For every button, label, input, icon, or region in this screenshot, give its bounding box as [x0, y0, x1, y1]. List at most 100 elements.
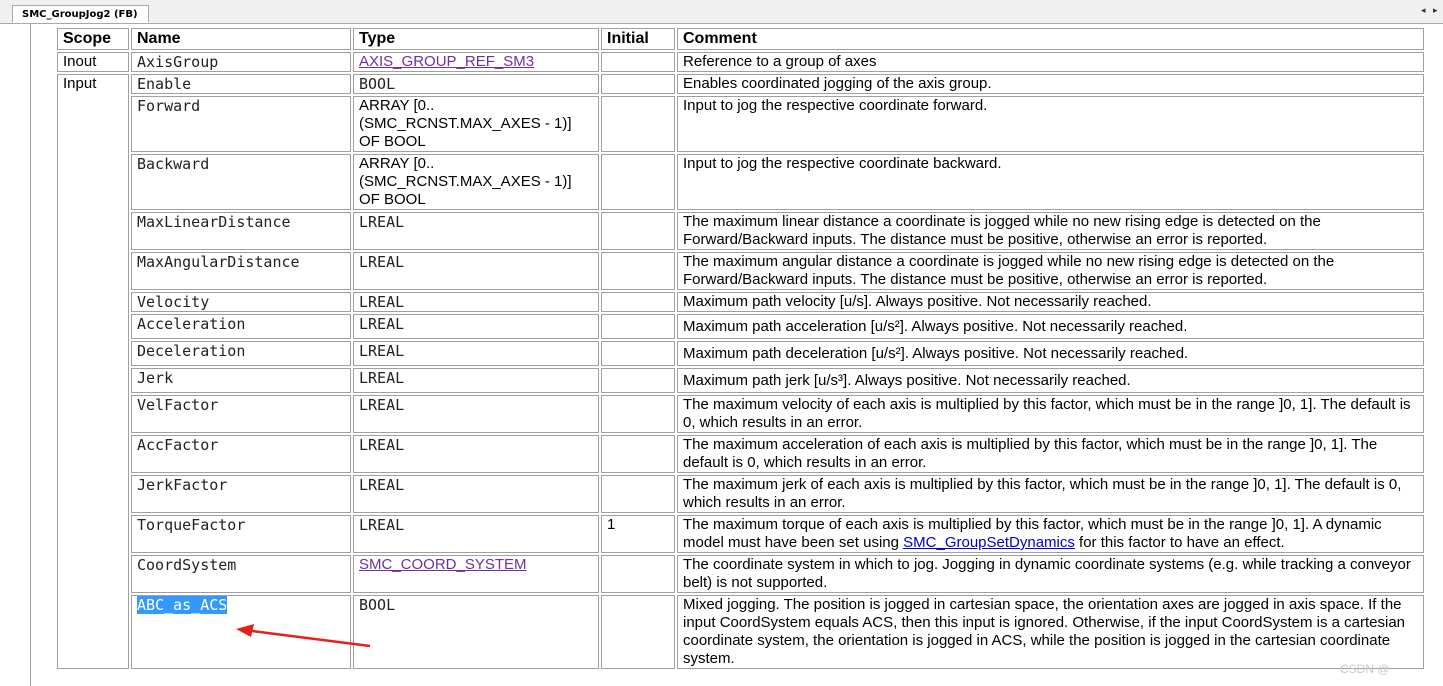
initial-cell[interactable]	[601, 252, 675, 290]
table-row: Backward ARRAY [0.. (SMC_RCNST.MAX_AXES …	[57, 154, 1424, 210]
selected-name-text[interactable]: ABC_as_ACS	[137, 596, 228, 614]
tab-scroll-left-icon[interactable]: ◂	[1421, 6, 1426, 16]
type-cell[interactable]: BOOL	[353, 74, 599, 94]
comment-cell[interactable]: Enables coordinated jogging of the axis …	[677, 74, 1424, 94]
type-cell[interactable]: LREAL	[353, 212, 599, 250]
table-row: Deceleration LREAL Maximum path decelera…	[57, 341, 1424, 366]
initial-cell[interactable]	[601, 368, 675, 393]
table-row: JerkFactor LREAL The maximum jerk of eac…	[57, 475, 1424, 513]
name-cell[interactable]: Enable	[131, 74, 351, 94]
table-row: Inout AxisGroup AXIS_GROUP_REF_SM3 Refer…	[57, 52, 1424, 72]
comment-cell[interactable]: The maximum torque of each axis is multi…	[677, 515, 1424, 553]
type-cell[interactable]: LREAL	[353, 395, 599, 433]
type-cell[interactable]: SMC_COORD_SYSTEM	[353, 555, 599, 593]
comment-cell[interactable]: The maximum linear distance a coordinate…	[677, 212, 1424, 250]
watermark-text: CSDN @	[1340, 662, 1390, 676]
name-cell[interactable]: Acceleration	[131, 314, 351, 339]
editor-tab-bar: SMC_GroupJog2 (FB) ◂ ▸	[0, 0, 1443, 24]
comment-cell[interactable]: Mixed jogging. The position is jogged in…	[677, 595, 1424, 669]
declaration-table: Scope Name Type Initial Comment Inout Ax…	[55, 26, 1426, 671]
arrow-shaft	[243, 628, 371, 648]
type-cell[interactable]: LREAL	[353, 292, 599, 312]
name-cell[interactable]: Deceleration	[131, 341, 351, 366]
table-row: Velocity LREAL Maximum path velocity [u/…	[57, 292, 1424, 312]
comment-cell[interactable]: Maximum path acceleration [u/s²]. Always…	[677, 314, 1424, 339]
comment-cell[interactable]: The maximum jerk of each axis is multipl…	[677, 475, 1424, 513]
initial-cell[interactable]	[601, 292, 675, 312]
initial-cell[interactable]	[601, 435, 675, 473]
initial-cell[interactable]	[601, 555, 675, 593]
tab-scroll-right-icon[interactable]: ▸	[1433, 6, 1438, 16]
type-cell[interactable]: BOOL	[353, 595, 599, 669]
type-cell[interactable]: LREAL	[353, 341, 599, 366]
name-cell[interactable]: Jerk	[131, 368, 351, 393]
type-cell[interactable]: LREAL	[353, 252, 599, 290]
header-row: Scope Name Type Initial Comment	[57, 28, 1424, 50]
name-cell[interactable]: Velocity	[131, 292, 351, 312]
table-row: TorqueFactor LREAL 1 The maximum torque …	[57, 515, 1424, 553]
table-row: Forward ARRAY [0.. (SMC_RCNST.MAX_AXES -…	[57, 96, 1424, 152]
type-cell[interactable]: LREAL	[353, 475, 599, 513]
column-header-name[interactable]: Name	[131, 28, 351, 50]
initial-cell[interactable]	[601, 52, 675, 72]
scope-cell[interactable]: Inout	[57, 52, 129, 72]
table-row: Acceleration LREAL Maximum path accelera…	[57, 314, 1424, 339]
name-cell[interactable]: VelFactor	[131, 395, 351, 433]
type-link[interactable]: AXIS_GROUP_REF_SM3	[359, 53, 534, 70]
initial-cell[interactable]	[601, 595, 675, 669]
name-cell[interactable]: JerkFactor	[131, 475, 351, 513]
table-row: MaxAngularDistance LREAL The maximum ang…	[57, 252, 1424, 290]
type-cell[interactable]: LREAL	[353, 314, 599, 339]
arrow-head	[236, 624, 254, 637]
name-cell[interactable]: Backward	[131, 154, 351, 210]
comment-text: for this factor to have an effect.	[1074, 534, 1285, 551]
type-cell[interactable]: AXIS_GROUP_REF_SM3	[353, 52, 599, 72]
initial-cell[interactable]	[601, 314, 675, 339]
table-row: Input Enable BOOL Enables coordinated jo…	[57, 74, 1424, 669]
comment-cell[interactable]: Maximum path jerk [u/s³]. Always positiv…	[677, 368, 1424, 393]
initial-cell[interactable]	[601, 74, 675, 94]
column-header-initial[interactable]: Initial	[601, 28, 675, 50]
comment-cell[interactable]: Maximum path deceleration [u/s²]. Always…	[677, 341, 1424, 366]
comment-cell[interactable]: The maximum velocity of each axis is mul…	[677, 395, 1424, 433]
type-cell[interactable]: ARRAY [0.. (SMC_RCNST.MAX_AXES - 1)] OF …	[353, 96, 599, 152]
table-row: MaxLinearDistance LREAL The maximum line…	[57, 212, 1424, 250]
initial-cell[interactable]	[601, 475, 675, 513]
column-header-type[interactable]: Type	[353, 28, 599, 50]
name-cell[interactable]: TorqueFactor	[131, 515, 351, 553]
name-cell[interactable]: CoordSystem	[131, 555, 351, 593]
type-cell[interactable]: LREAL	[353, 515, 599, 553]
table-row: CoordSystem SMC_COORD_SYSTEM The coordin…	[57, 555, 1424, 593]
comment-cell[interactable]: Maximum path velocity [u/s]. Always posi…	[677, 292, 1424, 312]
type-cell[interactable]: LREAL	[353, 435, 599, 473]
table-row: AccFactor LREAL The maximum acceleration…	[57, 435, 1424, 473]
column-header-scope[interactable]: Scope	[57, 28, 129, 50]
initial-cell[interactable]	[601, 96, 675, 152]
name-cell[interactable]: AccFactor	[131, 435, 351, 473]
name-cell[interactable]: MaxLinearDistance	[131, 212, 351, 250]
column-header-comment[interactable]: Comment	[677, 28, 1424, 50]
comment-cell[interactable]: Reference to a group of axes	[677, 52, 1424, 72]
comment-cell[interactable]: The maximum acceleration of each axis is…	[677, 435, 1424, 473]
initial-cell[interactable]	[601, 341, 675, 366]
initial-cell[interactable]	[601, 154, 675, 210]
initial-cell[interactable]	[601, 212, 675, 250]
comment-cell[interactable]: The maximum angular distance a coordinat…	[677, 252, 1424, 290]
scope-cell[interactable]: Input	[57, 74, 129, 669]
name-cell[interactable]: Forward	[131, 96, 351, 152]
type-cell[interactable]: ARRAY [0.. (SMC_RCNST.MAX_AXES - 1)] OF …	[353, 154, 599, 210]
initial-cell[interactable]	[601, 395, 675, 433]
table-row: VelFactor LREAL The maximum velocity of …	[57, 395, 1424, 433]
type-cell[interactable]: LREAL	[353, 368, 599, 393]
type-link[interactable]: SMC_COORD_SYSTEM	[359, 556, 527, 573]
comment-cell[interactable]: Input to jog the respective coordinate f…	[677, 96, 1424, 152]
comment-cell[interactable]: The coordinate system in which to jog. J…	[677, 555, 1424, 593]
table-row: Jerk LREAL Maximum path jerk [u/s³]. Alw…	[57, 368, 1424, 393]
comment-cell[interactable]: Input to jog the respective coordinate b…	[677, 154, 1424, 210]
name-cell[interactable]: MaxAngularDistance	[131, 252, 351, 290]
group-set-dynamics-link[interactable]: SMC_GroupSetDynamics	[903, 534, 1075, 551]
editor-tab[interactable]: SMC_GroupJog2 (FB)	[12, 5, 149, 23]
initial-cell[interactable]: 1	[601, 515, 675, 553]
margin-divider	[30, 24, 31, 686]
name-cell[interactable]: AxisGroup	[131, 52, 351, 72]
